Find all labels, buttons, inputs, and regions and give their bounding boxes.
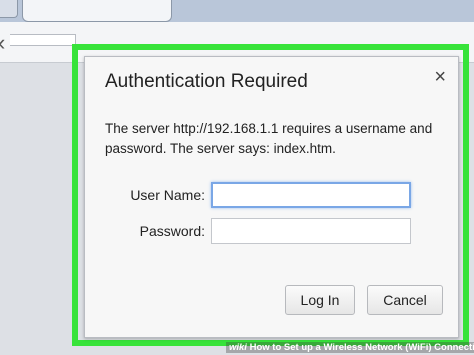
dialog-message: The server http://192.168.1.1 requires a… xyxy=(105,121,433,156)
close-icon[interactable]: × xyxy=(434,66,446,89)
password-input[interactable] xyxy=(211,218,411,244)
browser-tabstrip xyxy=(0,0,474,22)
username-label: User Name: xyxy=(130,187,205,203)
toolbar-field[interactable] xyxy=(10,34,76,46)
watermark: wiki How to Set up a Wireless Network (W… xyxy=(226,342,474,353)
tab-corner xyxy=(0,0,18,18)
wiki-logo: wiki xyxy=(229,342,247,353)
watermark-text: How to Set up a Wireless Network (WiFi) … xyxy=(249,342,474,353)
login-button[interactable]: Log In xyxy=(285,285,355,315)
cancel-button[interactable]: Cancel xyxy=(367,285,443,315)
browser-tab[interactable] xyxy=(22,0,172,22)
auth-dialog: Authentication Required × The server htt… xyxy=(84,56,459,338)
dialog-title: Authentication Required xyxy=(105,71,308,92)
password-label: Password: xyxy=(139,223,205,239)
chevron-left-icon[interactable]: ‹ xyxy=(0,30,5,56)
username-input[interactable] xyxy=(211,182,411,208)
